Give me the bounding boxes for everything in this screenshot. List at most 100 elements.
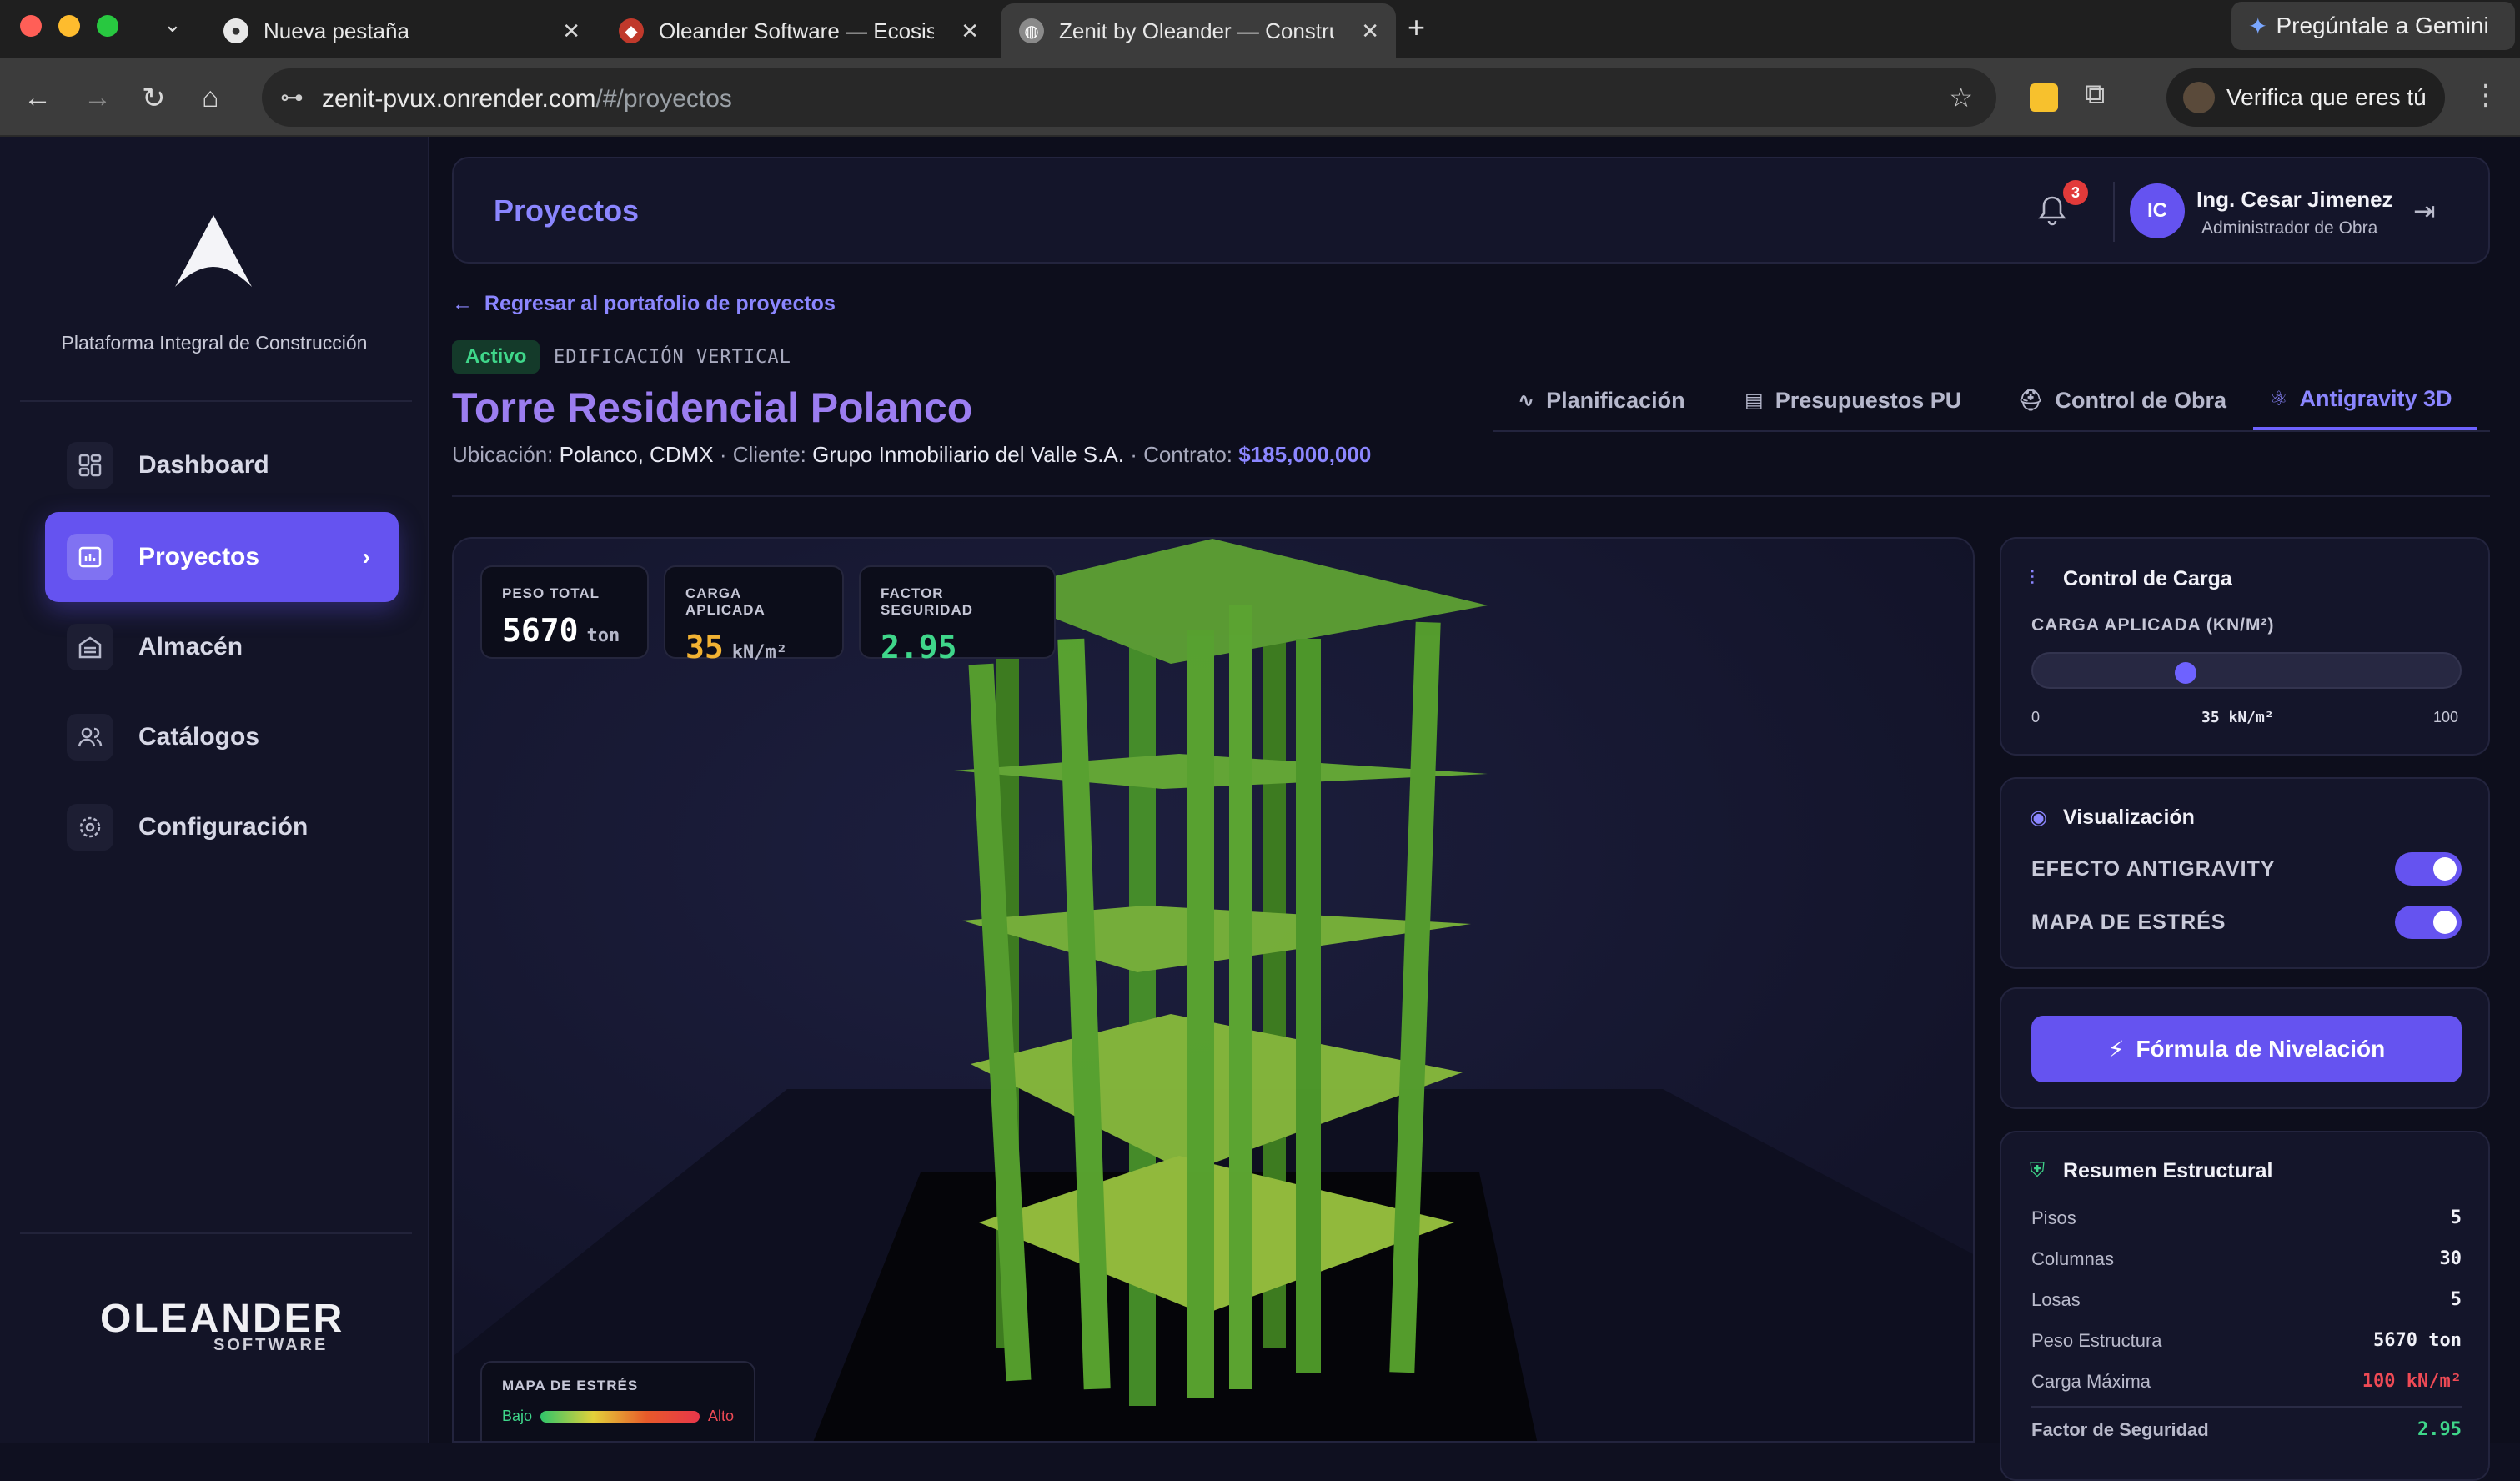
kpi-label: CARGA APLICADA (685, 585, 766, 618)
chrome-icon: ● (223, 18, 248, 43)
browser-tab-new[interactable]: ● Nueva pestaña ✕ (205, 3, 597, 58)
visualization-card: ◉ Visualización EFECTO ANTIGRAVITY MAPA … (2000, 777, 2490, 969)
stress-map-toggle[interactable] (2395, 906, 2462, 939)
forward-icon[interactable]: → (83, 82, 112, 114)
load-slider[interactable] (2031, 652, 2462, 689)
summary-divider (2031, 1406, 2462, 1408)
kpi-value: 5670 (502, 612, 579, 649)
close-tab-icon[interactable]: ✕ (562, 18, 580, 44)
tab-control-obra[interactable]: ⛑ Control de Obra (2018, 370, 2226, 430)
close-tab-icon[interactable]: ✕ (961, 18, 979, 44)
warehouse-icon (67, 624, 113, 670)
gemini-icon: ✦ (2248, 13, 2268, 39)
tab-title: Nueva pestaña (264, 18, 409, 43)
row-label: Losas (2031, 1289, 2081, 1310)
formula-nivelacion-button[interactable]: ⚡ Fórmula de Nivelación (2031, 1016, 2462, 1082)
legend-title: MAPA DE ESTRÉS (502, 1378, 639, 1393)
location-value: Polanco, CDMX (559, 442, 714, 467)
app-root: Plataforma Integral de Construcción Dash… (0, 137, 2520, 1481)
sidebar-item-label: Catálogos (138, 723, 260, 751)
browser-tab-bar: ⌄ ● Nueva pestaña ✕ ◆ Oleander Software … (0, 0, 2520, 58)
tab-planificacion[interactable]: ∿ Planificación (1518, 370, 1685, 430)
url-host: zenit-pvux.onrender.com (322, 85, 596, 113)
browser-tab-zenit[interactable]: ◍ Zenit by Oleander — Construc ✕ (1001, 3, 1396, 58)
profile-avatar (2183, 82, 2215, 113)
extensions-puzzle-icon[interactable]: ⧉ (2085, 78, 2105, 111)
summary-row: Pisos 5 (2031, 1207, 2462, 1229)
structural-summary-card: ⛨ Resumen Estructural Pisos 5 Columnas 30 … (2000, 1131, 2490, 1481)
antigravity-toggle[interactable] (2395, 852, 2462, 886)
location-label: Ubicación: (452, 442, 554, 467)
minimize-window-button[interactable] (58, 15, 80, 37)
back-icon[interactable]: ← (23, 82, 52, 114)
contract-label: · Contrato: (1130, 442, 1233, 467)
sidebar-item-label: Proyectos (138, 543, 260, 570)
reload-icon[interactable]: ↻ (142, 82, 166, 115)
slider-thumb[interactable] (2175, 662, 2196, 684)
logout-icon[interactable]: ⇥ (2413, 195, 2436, 227)
slider-max: 100 (2432, 709, 2458, 725)
tab-search-icon[interactable]: ⌄ (163, 12, 182, 38)
sidebar-item-proyectos[interactable]: Proyectos › (45, 512, 399, 602)
sidebar: Plataforma Integral de Construcción Dash… (0, 137, 429, 1443)
user-name: Ing. Cesar Jimenez (2196, 187, 2393, 212)
dashboard-grid-icon (67, 442, 113, 489)
project-tabs: ∿ Planificación ▤ Presupuestos PU ⛑ Control… (1493, 370, 2490, 432)
contract-value: $185,000,000 (1238, 442, 1372, 467)
sidebar-item-label: Dashboard (138, 451, 269, 479)
kpi-peso-total: PESO TOTAL 5670 ton (480, 565, 649, 659)
close-window-button[interactable] (20, 15, 42, 37)
header-divider (2113, 182, 2115, 242)
antigravity-3d-viewport[interactable]: PESO TOTAL 5670 ton CARGA APLICADA 35 kN/m… (452, 537, 1975, 1443)
browser-tab-oleander[interactable]: ◆ Oleander Software — Ecosiste ✕ (600, 3, 996, 58)
profile-chip[interactable]: Verifica que eres tú (2166, 68, 2445, 127)
client-value: Grupo Inmobiliario del Valle S.A. (812, 442, 1124, 467)
maximize-window-button[interactable] (97, 15, 118, 37)
row-value: 5670 ton (2373, 1330, 2462, 1351)
tab-title: Oleander Software — Ecosiste (659, 18, 934, 43)
close-tab-icon[interactable]: ✕ (1361, 18, 1379, 44)
atom-icon: ⚛ (2270, 387, 2288, 410)
section-divider (452, 495, 2490, 497)
sidebar-item-catalogos[interactable]: Catálogos (45, 692, 399, 782)
sidebar-divider (20, 400, 412, 402)
load-control-card: ⫶ Control de Carga CARGA APLICADA (KN/M²… (2000, 537, 2490, 756)
gemini-button[interactable]: ✦ Pregúntale a Gemini (2231, 2, 2515, 50)
tab-presupuestos[interactable]: ▤ Presupuestos PU (1744, 370, 1961, 430)
address-bar[interactable]: ⊶ zenit-pvux.onrender.com/#/proyectos ☆ (262, 68, 1996, 127)
summary-row: Peso Estructura 5670 ton (2031, 1330, 2462, 1352)
row-value: 5 (2450, 1207, 2462, 1228)
extension-icon[interactable] (2030, 83, 2058, 112)
top-header: Proyectos 3 IC Ing. Cesar Jimenez Admini… (452, 157, 2490, 264)
stress-gradient-bar (540, 1410, 700, 1423)
home-icon[interactable]: ⌂ (202, 82, 219, 114)
projects-board-icon (67, 534, 113, 580)
tab-antigravity-3d[interactable]: ⚛ Antigravity 3D (2253, 370, 2477, 430)
new-tab-button[interactable]: + (1408, 10, 1425, 45)
browser-menu-icon[interactable]: ⋮ (2472, 78, 2500, 112)
sidebar-item-configuracion[interactable]: Configuración (45, 782, 399, 872)
back-to-portfolio-link[interactable]: ← Regresar al portafolio de proyectos (452, 292, 836, 316)
bell-icon[interactable] (2038, 195, 2066, 227)
calculator-icon: ▤ (1744, 389, 1764, 412)
card-title: Resumen Estructural (2063, 1159, 2273, 1182)
kpi-value: 35 (685, 629, 724, 665)
avatar[interactable]: IC (2130, 183, 2185, 238)
tab-label: Antigravity 3D (2299, 385, 2452, 411)
row-value: 30 (2439, 1248, 2462, 1269)
card-title: Visualización (2063, 806, 2195, 829)
slider-value: 35 kN/m² (2201, 709, 2274, 726)
globe-icon: ◍ (1019, 18, 1044, 43)
sliders-icon: ⫶ (2030, 567, 2035, 590)
url-path: /#/proyectos (595, 85, 732, 113)
bookmark-star-icon[interactable]: ☆ (1949, 82, 1973, 113)
sidebar-item-dashboard[interactable]: Dashboard (45, 420, 399, 510)
sidebar-item-almacen[interactable]: Almacén (45, 602, 399, 692)
page-title: Proyectos (494, 193, 640, 228)
tab-label: Control de Obra (2055, 387, 2226, 413)
site-info-icon[interactable]: ⊶ (280, 83, 304, 111)
kpi-value: 2.95 (881, 629, 957, 665)
client-label: · Cliente: (719, 442, 806, 467)
activity-icon: ∿ (1518, 389, 1535, 412)
row-label: Pisos (2031, 1207, 2076, 1228)
